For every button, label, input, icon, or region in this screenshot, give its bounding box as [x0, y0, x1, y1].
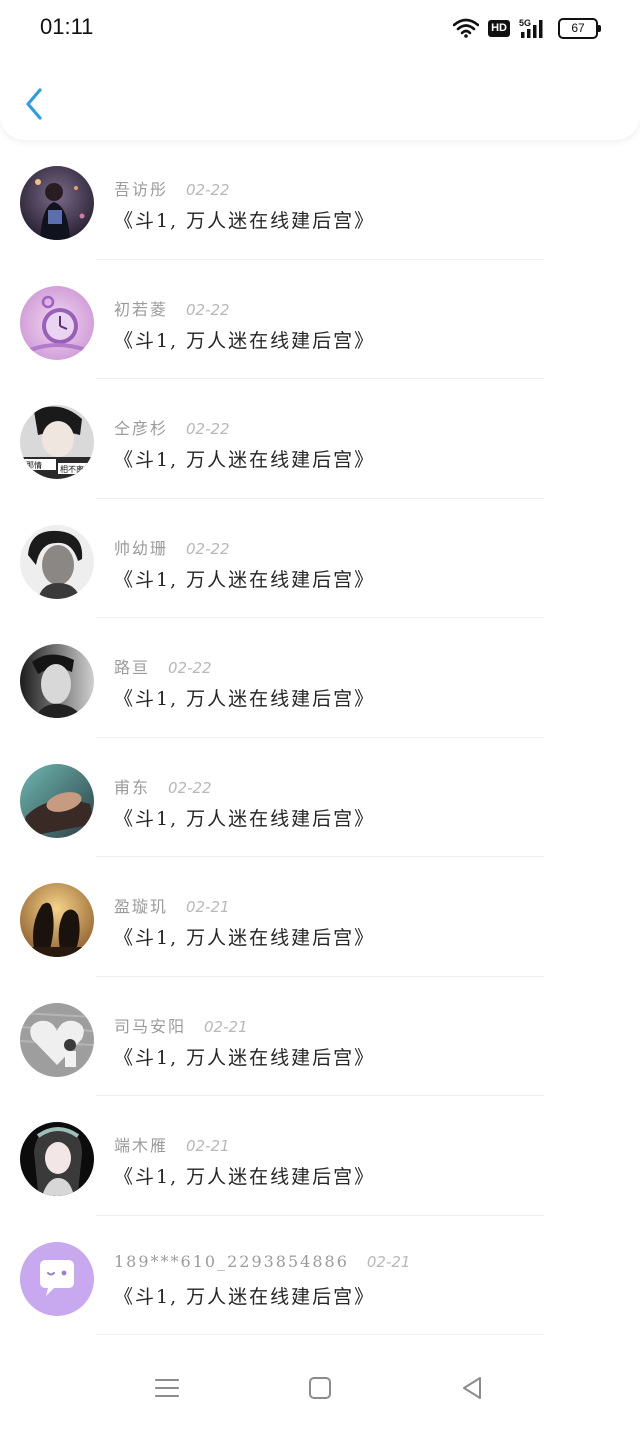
battery-indicator: 67: [558, 17, 601, 39]
message-date: 02-21: [186, 1137, 230, 1155]
message-preview: 《斗1, 万人迷在线建后宫》: [114, 927, 376, 949]
status-time: 01:11: [40, 14, 94, 39]
avatar[interactable]: [20, 1122, 94, 1196]
message-preview: 《斗1, 万人迷在线建后宫》: [114, 1046, 376, 1069]
avatar[interactable]: [20, 1241, 94, 1316]
wifi-icon: [453, 18, 480, 38]
sender-name: 盈璇玑: [114, 897, 169, 916]
sender-name: 路亘: [114, 658, 151, 677]
home-button[interactable]: [306, 1374, 334, 1402]
sender-name: 帅幼珊: [114, 538, 169, 558]
message-date: 02-22: [186, 420, 230, 438]
message-date: 02-21: [366, 1252, 411, 1271]
message-preview: 《斗1, 万人迷在线建后宫》: [114, 449, 376, 471]
message-item[interactable]: 吾访彤 02-22 《斗1, 万人迷在线建后宫》: [0, 140, 640, 260]
hd-badge: HD: [488, 19, 510, 37]
nav-back-button[interactable]: [458, 1374, 486, 1402]
avatar[interactable]: [20, 763, 94, 838]
avatar[interactable]: [20, 644, 94, 718]
sender-name: 甫东: [114, 777, 151, 797]
message-item[interactable]: 端木雁 02-21 《斗1, 万人迷在线建后宫》: [0, 1096, 640, 1216]
divider: [96, 1334, 544, 1335]
avatar[interactable]: [20, 166, 94, 240]
sender-name: 吾访彤: [114, 180, 169, 199]
avatar[interactable]: [20, 285, 94, 360]
sender-name: 司马安阳: [114, 1016, 187, 1036]
avatar[interactable]: [20, 524, 94, 599]
message-item[interactable]: 那情 相不离 仝彦杉 02-22 《斗1, 万人迷在线建后宫》: [0, 379, 640, 499]
message-item[interactable]: 甫东 02-22 《斗1, 万人迷在线建后宫》: [0, 738, 640, 857]
menu-button[interactable]: [153, 1374, 181, 1402]
message-date: 02-21: [204, 1017, 248, 1036]
back-triangle-icon: [463, 1377, 481, 1399]
message-date: 02-22: [168, 778, 212, 797]
message-item[interactable]: 路亘 02-22 《斗1, 万人迷在线建后宫》: [0, 618, 640, 738]
message-item[interactable]: 初若菱 02-22 《斗1, 万人迷在线建后宫》: [0, 260, 640, 379]
message-preview: 《斗1, 万人迷在线建后宫》: [114, 807, 376, 830]
message-date: 02-22: [168, 659, 212, 677]
message-preview: 《斗1, 万人迷在线建后宫》: [114, 568, 376, 591]
message-list: 吾访彤 02-22 《斗1, 万人迷在线建后宫》 初若菱 02-22 《斗1, …: [0, 140, 640, 1335]
message-preview: 《斗1, 万人迷在线建后宫》: [114, 688, 376, 710]
sender-name: 端木雁: [114, 1136, 169, 1155]
avatar-caption-right: 相不离: [60, 464, 84, 474]
home-square-icon: [309, 1377, 331, 1399]
message-date: 02-21: [186, 898, 230, 916]
menu-icon: [155, 1379, 179, 1397]
message-preview: 《斗1, 万人迷在线建后宫》: [114, 1166, 376, 1188]
sender-name: 189***610_2293854886: [114, 1251, 349, 1271]
sender-name: 初若菱: [114, 299, 169, 319]
signal-label: 5G: [519, 18, 531, 28]
chevron-left-icon: [26, 88, 42, 120]
message-date: 02-22: [186, 300, 230, 319]
message-item[interactable]: 盈璇玑 02-21 《斗1, 万人迷在线建后宫》: [0, 857, 640, 977]
signal-5g-icon: 5G: [519, 18, 543, 38]
avatar-caption-left: 那情: [26, 460, 42, 470]
message-date: 02-22: [186, 181, 230, 199]
status-icons: HD 5G 67: [453, 16, 601, 40]
message-item[interactable]: 189***610_2293854886 02-21 《斗1, 万人迷在线建后宫…: [0, 1216, 640, 1335]
avatar[interactable]: [20, 1002, 94, 1077]
avatar[interactable]: [20, 883, 94, 957]
status-bar: 01:11 HD 5G 67: [0, 0, 640, 56]
message-preview: 《斗1, 万人迷在线建后宫》: [114, 329, 376, 352]
message-preview: 《斗1, 万人迷在线建后宫》: [114, 1285, 376, 1308]
back-button[interactable]: [22, 86, 48, 122]
message-item[interactable]: 司马安阳 02-21 《斗1, 万人迷在线建后宫》: [0, 977, 640, 1096]
message-item[interactable]: 帅幼珊 02-22 《斗1, 万人迷在线建后宫》: [0, 499, 640, 618]
avatar[interactable]: 那情 相不离: [20, 405, 94, 479]
message-preview: 《斗1, 万人迷在线建后宫》: [114, 210, 376, 232]
system-nav-bar: [0, 1340, 640, 1433]
sender-name: 仝彦杉: [114, 419, 169, 438]
message-date: 02-22: [186, 539, 230, 558]
